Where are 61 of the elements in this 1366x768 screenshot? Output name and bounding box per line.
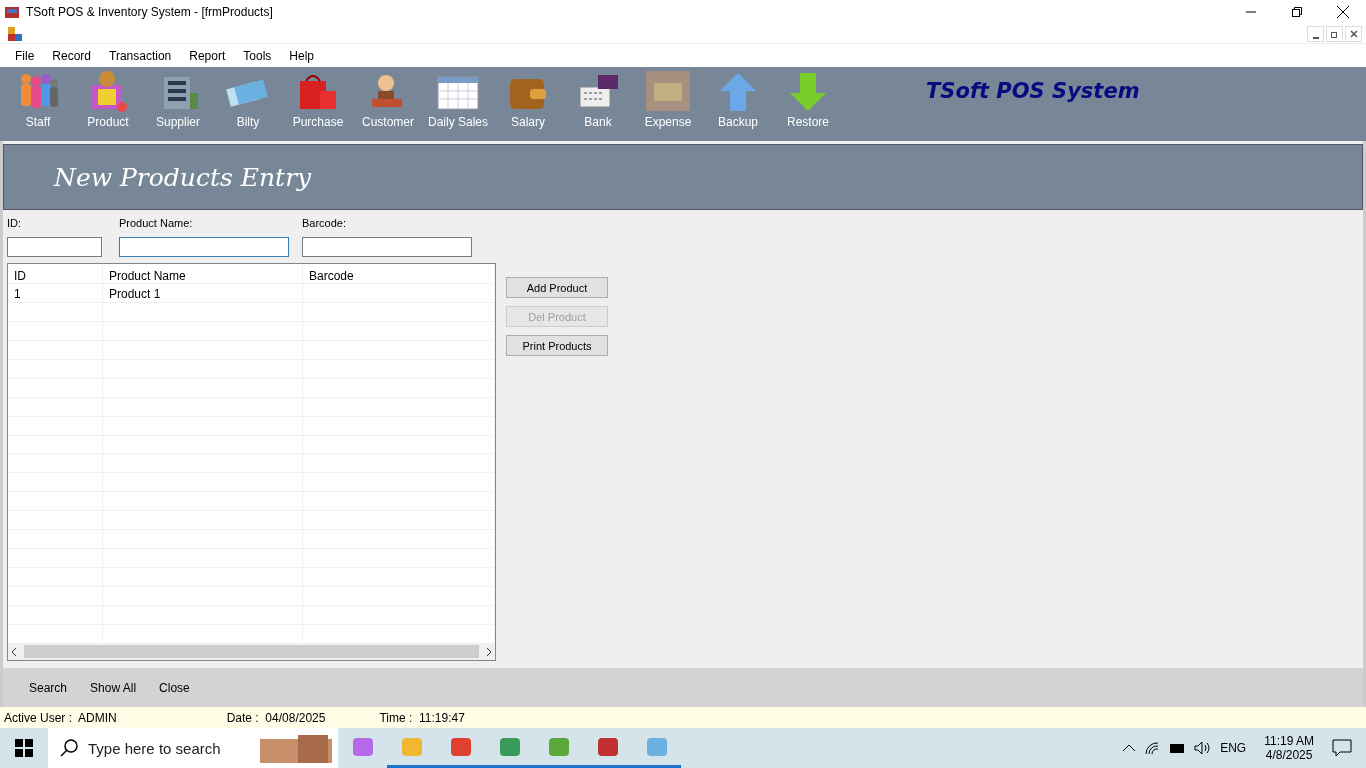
toolbar-label[interactable]: Daily Sales: [428, 115, 488, 129]
close-button[interactable]: [1345, 25, 1362, 42]
menu-item[interactable]: Report: [180, 48, 235, 63]
column-header[interactable]: ID: [8, 264, 103, 283]
form-icon: [8, 26, 22, 41]
status-text: Date : 04/08/2025: [226, 710, 326, 725]
speaker-icon[interactable]: [1194, 741, 1213, 755]
menu-item[interactable]: Help: [280, 48, 323, 63]
battery-icon[interactable]: [1168, 742, 1187, 754]
text-field[interactable]: [7, 237, 102, 257]
toolbar-label[interactable]: Salary: [511, 115, 545, 129]
search-field[interactable]: Type here to search: [88, 728, 254, 768]
action-button[interactable]: Print Products: [506, 335, 608, 356]
menu-item[interactable]: Transaction: [100, 48, 181, 63]
toolbar-label[interactable]: Staff: [25, 115, 51, 129]
window-title: TSoft POS & Inventory System - [frmProducts]: [26, 5, 273, 19]
language-indicator[interactable]: ENG: [1220, 741, 1247, 755]
wifi-icon[interactable]: [1144, 741, 1161, 755]
footer-link[interactable]: Show All: [90, 680, 137, 695]
form-heading: New Products Entry: [54, 162, 312, 192]
toolbar-label[interactable]: Supplier: [156, 115, 200, 129]
app-icon: [4, 4, 20, 20]
brand-title: TSoft POS System: [926, 79, 1140, 103]
action-button[interactable]: Add Product: [506, 277, 608, 298]
column-header[interactable]: Product Name: [103, 264, 303, 283]
toolbar-label[interactable]: Product: [87, 115, 129, 129]
field-label: Product Name:: [119, 216, 194, 231]
clock-date[interactable]: 4/8/2025: [1265, 748, 1313, 762]
menu-item[interactable]: Record: [43, 48, 101, 63]
clock-time[interactable]: 11:19 AM: [1264, 734, 1314, 748]
text-field[interactable]: [119, 237, 289, 257]
restore-icon: [1292, 7, 1302, 17]
minimize-icon: [1312, 36, 1319, 39]
toolbar-label[interactable]: Purchase: [292, 115, 344, 129]
toolbar-label[interactable]: Backup: [718, 115, 758, 129]
chevron-up-icon[interactable]: [1122, 744, 1137, 752]
menu-item[interactable]: File: [6, 48, 44, 63]
table-cell: Product 1: [103, 284, 303, 302]
status-text: Active User : ADMIN: [4, 710, 117, 725]
notification-icon[interactable]: [1332, 739, 1352, 757]
search-icon[interactable]: [48, 728, 88, 768]
toolbar-label[interactable]: Restore: [787, 115, 829, 129]
close-icon: [1349, 29, 1358, 38]
footer-link[interactable]: Close: [159, 680, 190, 695]
windows-logo-icon: [15, 739, 33, 757]
toolbar-label[interactable]: Expense: [644, 115, 692, 129]
toolbar-label[interactable]: Bilty: [236, 115, 260, 129]
column-header[interactable]: Barcode: [303, 264, 495, 283]
restore-button[interactable]: [1326, 25, 1343, 42]
field-label: ID:: [7, 216, 23, 231]
menu-item[interactable]: Tools: [234, 48, 281, 63]
minimize-button[interactable]: [1307, 25, 1324, 42]
close-icon: [1337, 6, 1349, 18]
text-field[interactable]: [302, 237, 472, 257]
toolbar-label[interactable]: Bank: [584, 115, 612, 129]
status-text: Time : 11:19:47: [379, 710, 465, 725]
table-cell: 1: [8, 284, 103, 302]
toolbar-label[interactable]: Customer: [362, 115, 414, 129]
field-label: Barcode:: [302, 216, 348, 231]
footer-link[interactable]: Search: [29, 680, 68, 695]
restore-icon: [1330, 29, 1339, 38]
